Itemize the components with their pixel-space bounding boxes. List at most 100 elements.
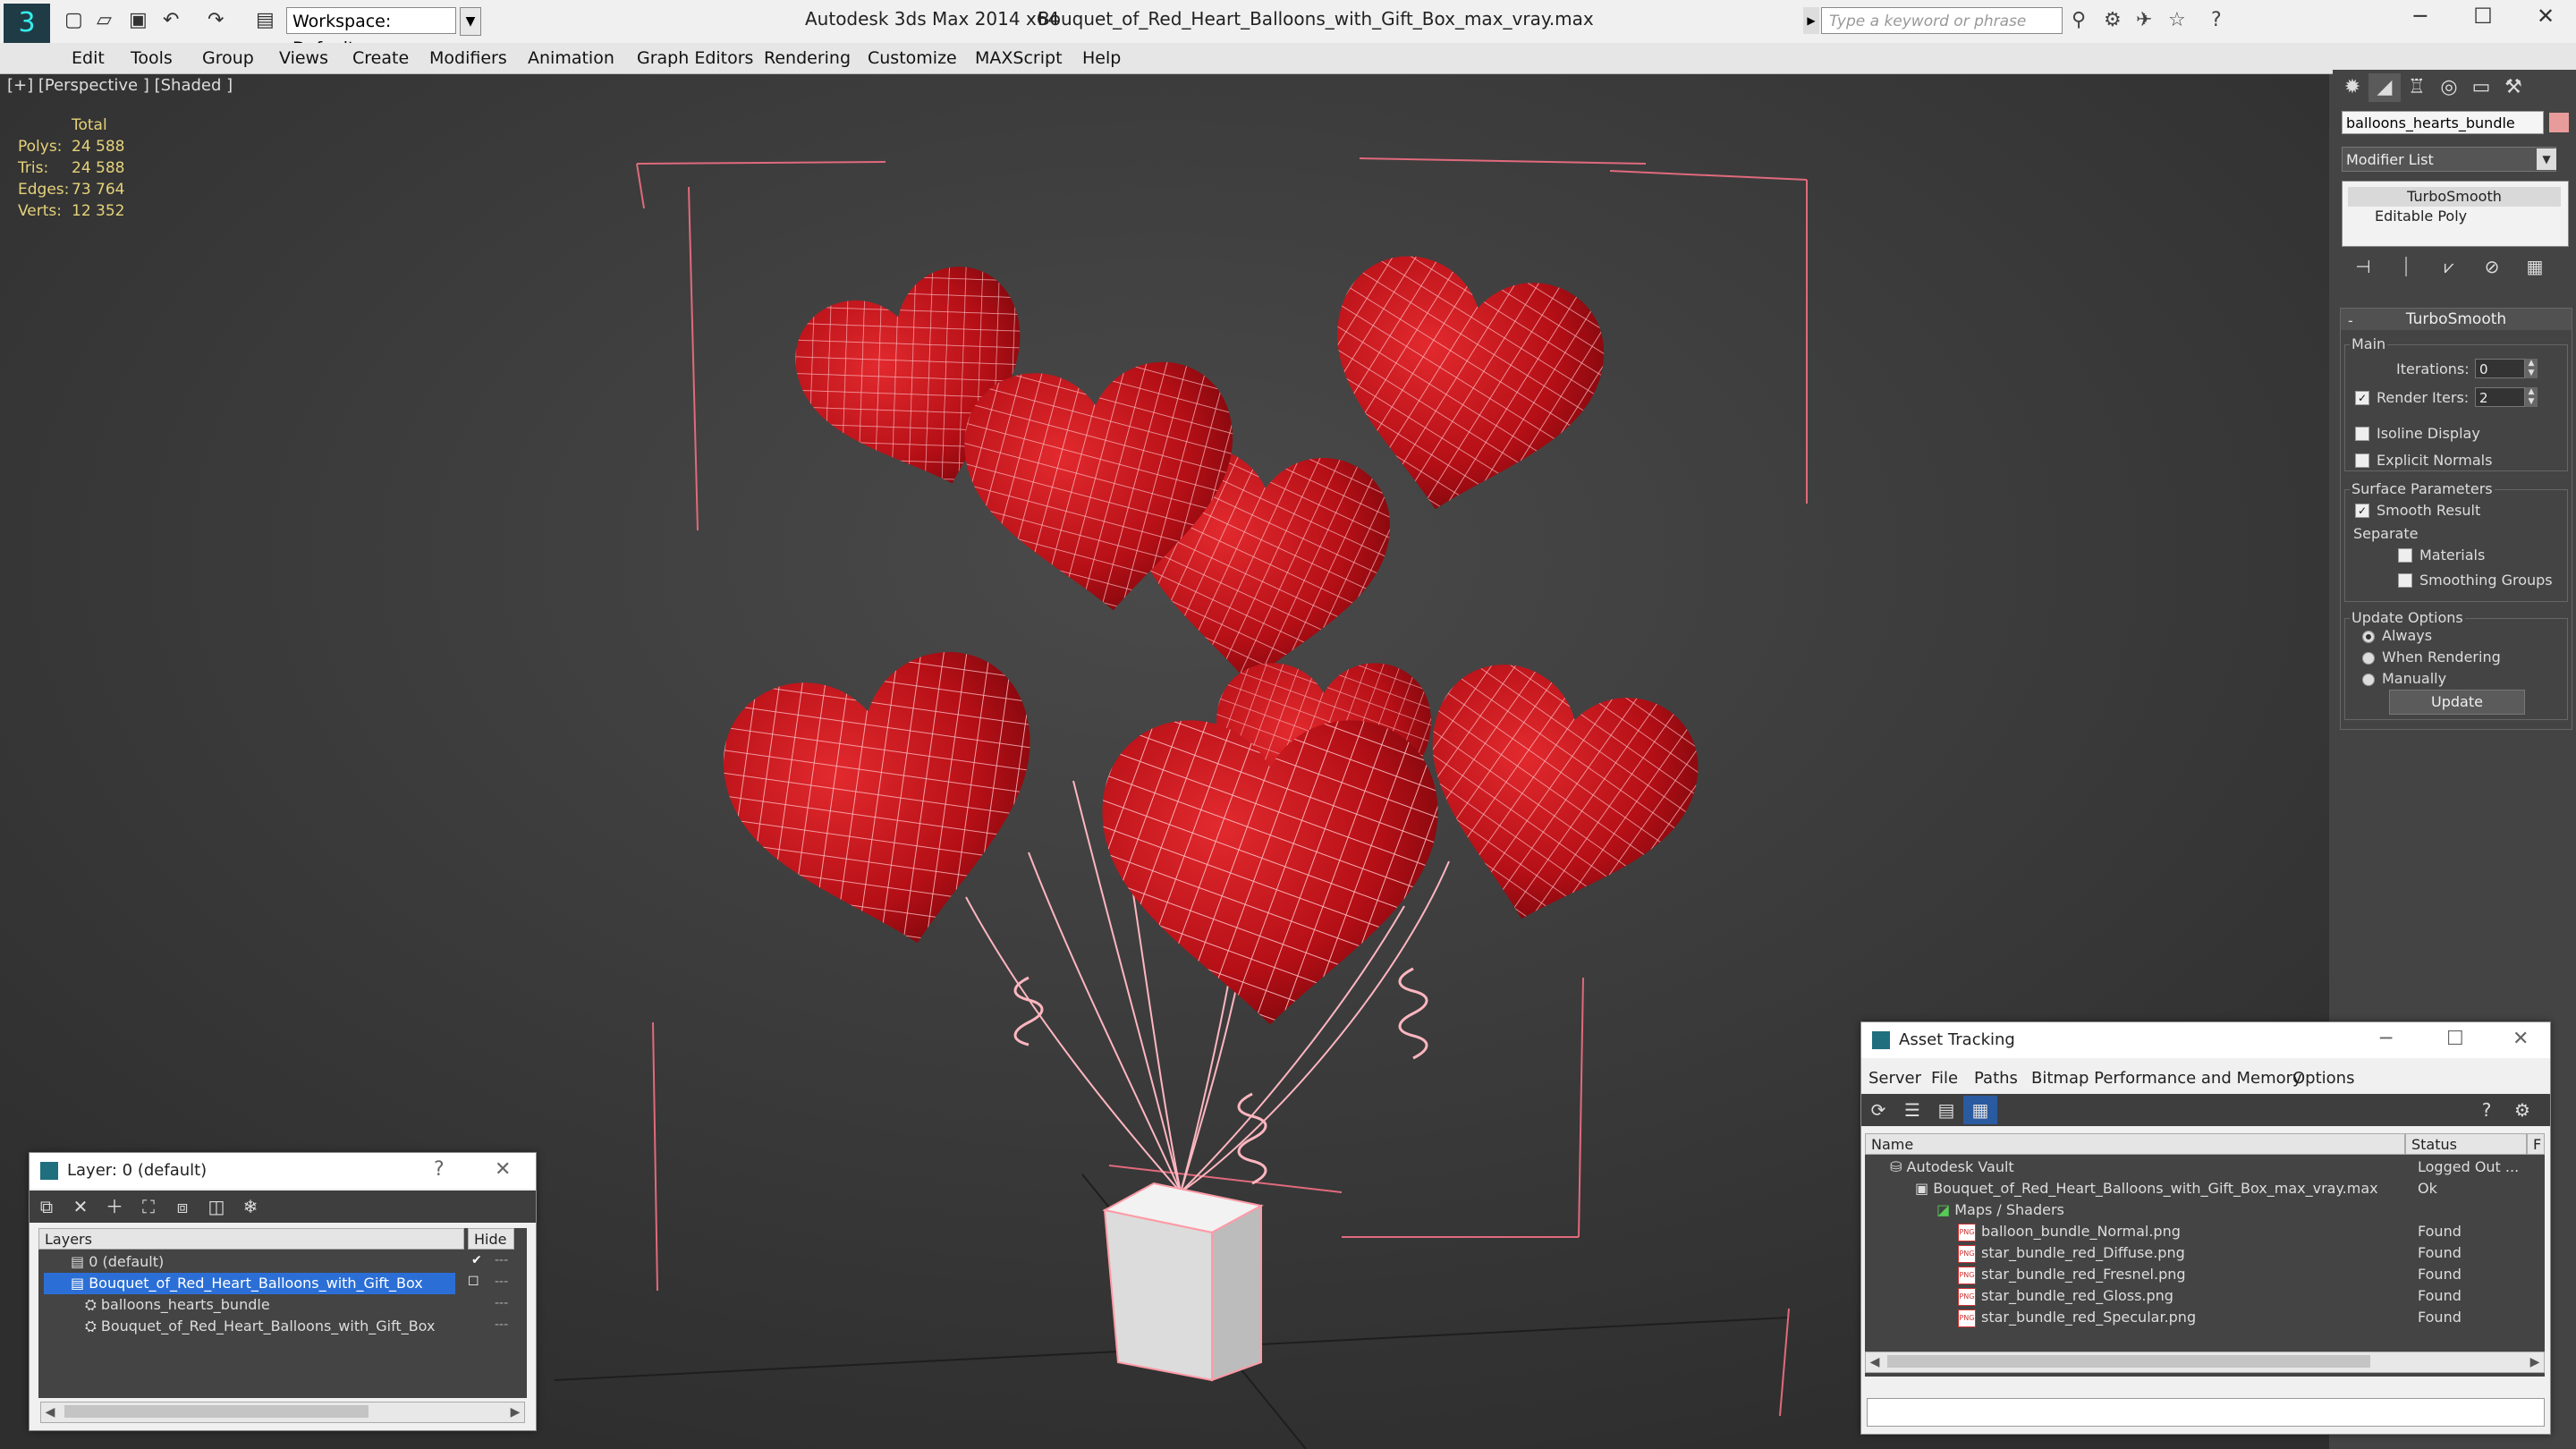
scroll-thumb[interactable]: [64, 1405, 369, 1418]
asset-menu-bitmap[interactable]: Bitmap Performance and Memory: [2031, 1069, 2302, 1088]
detail-view-icon[interactable]: ▤: [1929, 1096, 1963, 1124]
list-view-icon[interactable]: ☰: [1895, 1096, 1929, 1124]
asset-row[interactable]: ◪ Maps / Shaders: [1936, 1199, 2064, 1221]
asset-menu-server[interactable]: Server: [1868, 1069, 1921, 1088]
materials-checkbox[interactable]: [2398, 548, 2412, 563]
remove-modifier-icon[interactable]: ⊘: [2470, 256, 2513, 277]
modifier-list-arrow-icon[interactable]: ▼: [2537, 148, 2556, 170]
add-to-layer-icon[interactable]: ＋: [97, 1192, 131, 1221]
pin-stack-icon[interactable]: ⊣: [2342, 256, 2385, 277]
iterations-spinner[interactable]: 0: [2475, 359, 2525, 378]
open-file-icon[interactable]: ▱: [97, 9, 112, 31]
delete-layer-icon[interactable]: ✕: [64, 1192, 97, 1221]
subscription-icon[interactable]: ⚙: [2104, 9, 2122, 31]
object-color-swatch[interactable]: [2549, 113, 2569, 132]
scroll-left-icon[interactable]: ◀: [1866, 1352, 1884, 1372]
new-file-icon[interactable]: ▢: [64, 9, 83, 31]
status-column-header[interactable]: Status: [2405, 1133, 2527, 1155]
redo-icon[interactable]: ↷: [208, 9, 224, 31]
render-iters-spinner[interactable]: 2: [2475, 387, 2525, 407]
app-logo-icon[interactable]: 3: [4, 4, 50, 43]
asset-row[interactable]: PNG star_bundle_red_Fresnel.png: [1958, 1264, 2186, 1285]
menu-tools[interactable]: Tools: [131, 48, 173, 68]
layer-row[interactable]: ⛭ Bouquet_of_Red_Heart_Balloons_with_Gif…: [85, 1316, 461, 1337]
always-radio[interactable]: [2362, 631, 2375, 643]
modify-tab-icon[interactable]: ◢: [2368, 73, 2401, 102]
menu-rendering[interactable]: Rendering: [764, 48, 851, 68]
when-rendering-radio[interactable]: [2362, 652, 2375, 665]
highlight-layer-icon[interactable]: ⧈: [165, 1192, 199, 1221]
table-view-icon[interactable]: ▦: [1963, 1096, 1997, 1124]
asset-row[interactable]: ⛁ Autodesk Vault: [1890, 1157, 2014, 1178]
asset-row[interactable]: PNG balloon_bundle_Normal.png: [1958, 1221, 2181, 1242]
modifier-list-dropdown[interactable]: Modifier List: [2342, 147, 2556, 172]
save-file-icon[interactable]: ▣: [129, 9, 148, 31]
project-folder-icon[interactable]: ▤: [256, 9, 275, 31]
render-iters-spinner-arrows[interactable]: ▲ ▼: [2525, 387, 2538, 407]
menu-help[interactable]: Help: [1082, 48, 1121, 68]
layer-horizontal-scrollbar[interactable]: ◀ ▶: [40, 1402, 525, 1423]
menu-edit[interactable]: Edit: [72, 48, 105, 68]
communication-icon[interactable]: ✈: [2136, 9, 2152, 31]
asset-help-icon[interactable]: ?: [2470, 1096, 2504, 1124]
asset-row[interactable]: PNG star_bundle_red_Gloss.png: [1958, 1285, 2174, 1307]
undo-icon[interactable]: ↶: [163, 9, 179, 31]
asset-menu-options[interactable]: Options: [2292, 1069, 2354, 1088]
menu-views[interactable]: Views: [279, 48, 328, 68]
scroll-left-icon[interactable]: ◀: [41, 1402, 59, 1422]
collapse-icon[interactable]: -: [2348, 310, 2353, 332]
smooth-result-checkbox[interactable]: ✓: [2355, 504, 2369, 518]
asset-menu-paths[interactable]: Paths: [1974, 1069, 2018, 1088]
display-tab-icon[interactable]: ▭: [2465, 73, 2497, 102]
smoothing-groups-checkbox[interactable]: [2398, 573, 2412, 588]
menu-create[interactable]: Create: [352, 48, 409, 68]
asset-settings-icon[interactable]: ⚙: [2505, 1096, 2539, 1124]
asset-horizontal-scrollbar[interactable]: ◀ ▶: [1865, 1352, 2545, 1373]
binoculars-icon[interactable]: ⚲: [2072, 9, 2086, 31]
scroll-right-icon[interactable]: ▶: [506, 1402, 524, 1422]
asset-maximize-icon[interactable]: ☐: [2446, 1028, 2464, 1050]
layers-column-header[interactable]: Layers: [38, 1228, 464, 1250]
workspace-selector[interactable]: Workspace: Default: [286, 7, 456, 58]
freeze-all-layers-icon[interactable]: ❄: [233, 1192, 267, 1221]
layer-hide-toggle-icon[interactable]: ☐: [468, 1275, 479, 1289]
asset-row[interactable]: PNG star_bundle_red_Specular.png: [1958, 1307, 2196, 1328]
stack-item-editable-poly[interactable]: Editable Poly: [2348, 207, 2561, 226]
stack-item-turbosmooth[interactable]: TurboSmooth: [2348, 187, 2561, 207]
scroll-thumb[interactable]: [1887, 1355, 2370, 1368]
asset-row[interactable]: ▣ Bouquet_of_Red_Heart_Balloons_with_Gif…: [1915, 1178, 2378, 1199]
rollout-title[interactable]: - TurboSmooth: [2341, 309, 2572, 330]
asset-menu-file[interactable]: File: [1931, 1069, 1958, 1088]
create-tab-icon[interactable]: ✹: [2336, 73, 2368, 102]
layer-row-selected[interactable]: ▤ Bouquet_of_Red_Heart_Balloons_with_Gif…: [44, 1273, 455, 1294]
asset-row[interactable]: PNG star_bundle_red_Diffuse.png: [1958, 1242, 2185, 1264]
asset-close-icon[interactable]: ✕: [2512, 1028, 2529, 1050]
configure-sets-icon[interactable]: ▦: [2513, 256, 2556, 277]
search-input[interactable]: Type a keyword or phrase: [1821, 7, 2063, 34]
close-icon[interactable]: ✕: [2519, 4, 2572, 29]
viewport-label[interactable]: [+] [Perspective ] [Shaded ]: [7, 76, 233, 95]
refresh-icon[interactable]: ⟳: [1861, 1096, 1895, 1124]
object-name-field[interactable]: balloons_hearts_bundle: [2342, 111, 2544, 134]
menu-graph-editors[interactable]: Graph Editors: [637, 48, 753, 68]
make-unique-icon[interactable]: ⩗: [2428, 256, 2470, 277]
update-button[interactable]: Update: [2389, 690, 2525, 715]
search-expand-icon[interactable]: ▶: [1803, 7, 1819, 34]
iterations-spinner-arrows[interactable]: ▲ ▼: [2525, 359, 2538, 378]
hide-all-layers-icon[interactable]: ◫: [199, 1192, 233, 1221]
render-iters-checkbox[interactable]: ✓: [2355, 391, 2369, 405]
show-end-result-icon[interactable]: ⏐: [2385, 256, 2428, 277]
utilities-tab-icon[interactable]: ⚒: [2497, 73, 2529, 102]
minimize-icon[interactable]: ─: [2394, 4, 2447, 29]
isoline-display-checkbox[interactable]: [2355, 427, 2369, 441]
name-column-header[interactable]: Name: [1865, 1133, 2405, 1155]
extra-column-header[interactable]: F: [2527, 1133, 2545, 1155]
menu-group[interactable]: Group: [202, 48, 254, 68]
hide-column-header[interactable]: Hide: [468, 1228, 514, 1250]
maximize-icon[interactable]: ☐: [2456, 4, 2510, 29]
select-in-layer-icon[interactable]: ⛶: [131, 1192, 165, 1221]
explicit-normals-checkbox[interactable]: [2355, 453, 2369, 468]
menu-maxscript[interactable]: MAXScript: [975, 48, 1063, 68]
help-icon[interactable]: ?: [2211, 9, 2222, 31]
motion-tab-icon[interactable]: ◎: [2433, 73, 2465, 102]
